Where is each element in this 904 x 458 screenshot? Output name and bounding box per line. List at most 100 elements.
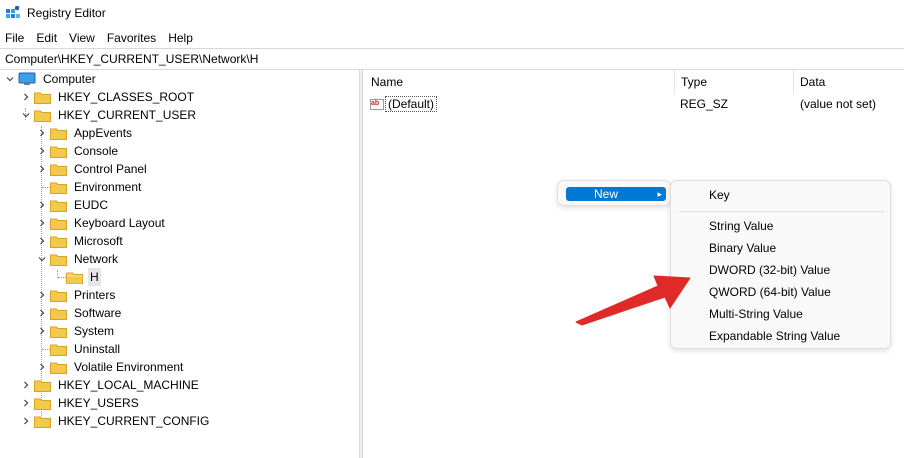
tree-item-hkey-current-user[interactable]: HKEY_CURRENT_USER bbox=[20, 106, 198, 124]
open-folder-icon bbox=[66, 272, 83, 284]
tree-item-label: HKEY_CURRENT_USER bbox=[58, 108, 197, 122]
menu-item-binary-value[interactable]: Binary Value bbox=[709, 240, 776, 256]
svg-text:ab: ab bbox=[371, 100, 379, 107]
tree-item-computer[interactable]: Computer bbox=[4, 70, 98, 88]
chevron-right-icon: ▸ bbox=[657, 189, 662, 199]
key-tree: Computer HKEY_CLASSES_ROOT HKEY_CURRENT_… bbox=[0, 70, 359, 458]
tree-item-hkey-classes-root[interactable]: HKEY_CLASSES_ROOT bbox=[20, 88, 196, 106]
menu-edit[interactable]: Edit bbox=[30, 28, 63, 48]
tree-item-uninstall[interactable]: Uninstall bbox=[36, 340, 122, 358]
column-header-data[interactable]: Data bbox=[794, 70, 904, 94]
tree-item-label: Microsoft bbox=[74, 234, 123, 248]
chevron-right-icon[interactable] bbox=[36, 232, 48, 250]
tree-item-label: Control Panel bbox=[74, 162, 147, 176]
column-header-type[interactable]: Type bbox=[675, 70, 793, 94]
value-data: (value not set) bbox=[800, 97, 877, 111]
tree-item-printers[interactable]: Printers bbox=[36, 286, 117, 304]
chevron-right-icon[interactable] bbox=[36, 124, 48, 142]
folder-icon bbox=[50, 308, 67, 320]
folder-icon bbox=[34, 92, 51, 104]
context-menu: New ▸ bbox=[557, 180, 671, 206]
chevron-right-icon[interactable] bbox=[20, 376, 32, 394]
folder-icon bbox=[50, 128, 67, 140]
folder-icon bbox=[50, 344, 67, 356]
menu-item-dword-value[interactable]: DWORD (32-bit) Value bbox=[709, 262, 830, 278]
value-name: (Default) bbox=[385, 96, 438, 112]
tree-item-label: Software bbox=[74, 306, 122, 320]
tree-item-hkey-local-machine[interactable]: HKEY_LOCAL_MACHINE bbox=[20, 376, 201, 394]
chevron-right-icon[interactable] bbox=[20, 394, 32, 412]
chevron-right-icon[interactable] bbox=[36, 322, 48, 340]
tree-item-eudc[interactable]: EUDC bbox=[36, 196, 110, 214]
registry-editor-icon bbox=[6, 6, 20, 18]
tree-item-control-panel[interactable]: Control Panel bbox=[36, 160, 149, 178]
chevron-right-icon[interactable] bbox=[36, 160, 48, 178]
chevron-right-icon[interactable] bbox=[36, 286, 48, 304]
tree-item-label: Computer bbox=[43, 72, 96, 86]
folder-icon bbox=[50, 290, 67, 302]
folder-icon bbox=[50, 146, 67, 158]
tree-item-software[interactable]: Software bbox=[36, 304, 123, 322]
folder-icon bbox=[50, 182, 67, 194]
chevron-right-icon[interactable] bbox=[36, 214, 48, 232]
tree-item-label: HKEY_CURRENT_CONFIG bbox=[58, 414, 210, 428]
menu-help[interactable]: Help bbox=[162, 28, 199, 48]
folder-icon bbox=[34, 398, 51, 410]
chevron-right-icon[interactable] bbox=[36, 304, 48, 322]
menu-item-expandable-string-value[interactable]: Expandable String Value bbox=[709, 328, 840, 344]
chevron-right-icon[interactable] bbox=[20, 88, 32, 106]
menu-file[interactable]: File bbox=[0, 28, 30, 48]
tree-item-h[interactable]: H bbox=[52, 268, 101, 286]
chevron-down-icon[interactable] bbox=[36, 250, 48, 268]
computer-icon bbox=[18, 72, 36, 85]
folder-icon bbox=[50, 254, 67, 266]
menu-item-string-value[interactable]: String Value bbox=[709, 218, 773, 234]
table-row[interactable]: ab (Default) REG_SZ (value not set) bbox=[363, 95, 904, 113]
chevron-right-icon[interactable] bbox=[36, 196, 48, 214]
tree-item-label: HKEY_USERS bbox=[58, 396, 139, 410]
menu-favorites[interactable]: Favorites bbox=[101, 28, 162, 48]
tree-item-label: Keyboard Layout bbox=[74, 216, 165, 230]
tree-item-network[interactable]: Network bbox=[36, 250, 120, 268]
chevron-down-icon[interactable] bbox=[20, 106, 32, 124]
tree-item-label: System bbox=[74, 324, 115, 338]
title-bar: Registry Editor bbox=[0, 0, 904, 28]
tree-item-keyboard-layout[interactable]: Keyboard Layout bbox=[36, 214, 167, 232]
folder-icon bbox=[34, 416, 51, 428]
chevron-down-icon[interactable] bbox=[4, 70, 16, 88]
tree-item-system[interactable]: System bbox=[36, 322, 116, 340]
menu-bar: File Edit View Favorites Help bbox=[0, 28, 199, 48]
tree-item-microsoft[interactable]: Microsoft bbox=[36, 232, 125, 250]
value-type: REG_SZ bbox=[680, 97, 729, 111]
folder-icon bbox=[50, 236, 67, 248]
address-path[interactable]: Computer\HKEY_CURRENT_USER\Network\H bbox=[5, 52, 258, 66]
menu-item-new[interactable]: New ▸ bbox=[566, 187, 666, 201]
tree-item-volatile-environment[interactable]: Volatile Environment bbox=[36, 358, 185, 376]
tree-item-label: HKEY_LOCAL_MACHINE bbox=[58, 378, 199, 392]
column-header-name[interactable]: Name bbox=[365, 70, 675, 94]
folder-icon bbox=[50, 218, 67, 230]
menu-view[interactable]: View bbox=[63, 28, 101, 48]
tree-item-hkey-users[interactable]: HKEY_USERS bbox=[20, 394, 141, 412]
menu-item-multi-string-value[interactable]: Multi-String Value bbox=[709, 306, 803, 322]
address-bar[interactable]: Computer\HKEY_CURRENT_USER\Network\H bbox=[0, 48, 904, 70]
menu-item-qword-value[interactable]: QWORD (64-bit) Value bbox=[709, 284, 831, 300]
tree-item-label: HKEY_CLASSES_ROOT bbox=[58, 90, 195, 104]
tree-item-console[interactable]: Console bbox=[36, 142, 120, 160]
tree-item-label: AppEvents bbox=[74, 126, 133, 140]
tree-item-hkey-current-config[interactable]: HKEY_CURRENT_CONFIG bbox=[20, 412, 211, 430]
chevron-right-icon[interactable] bbox=[20, 412, 32, 430]
menu-item-key[interactable]: Key bbox=[709, 187, 730, 203]
folder-icon bbox=[50, 326, 67, 338]
string-value-icon: ab bbox=[370, 99, 384, 110]
tree-item-label: EUDC bbox=[74, 198, 109, 212]
tree-item-environment[interactable]: Environment bbox=[36, 178, 143, 196]
tree-item-label: Printers bbox=[74, 288, 116, 302]
tree-item-label: Environment bbox=[74, 180, 142, 194]
tree-item-appevents[interactable]: AppEvents bbox=[36, 124, 134, 142]
chevron-right-icon[interactable] bbox=[36, 358, 48, 376]
chevron-right-icon[interactable] bbox=[36, 142, 48, 160]
